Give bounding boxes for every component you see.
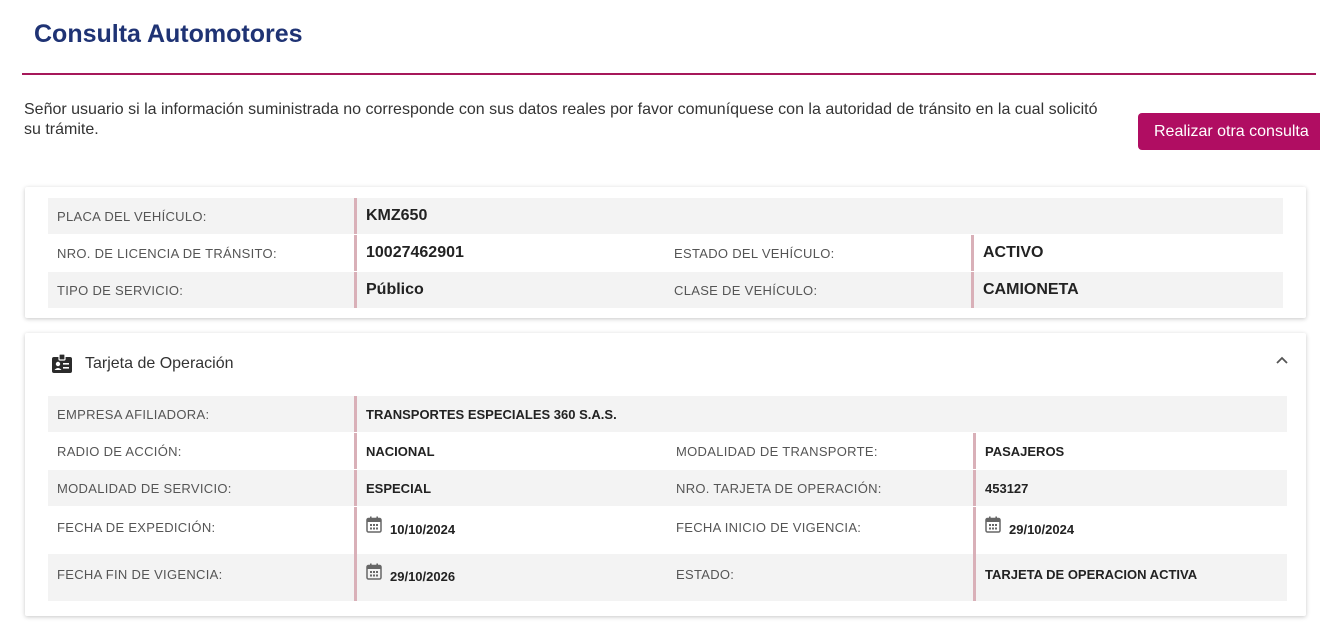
- row-licencia: NRO. DE LICENCIA DE TRÁNSITO: 1002746290…: [48, 235, 1283, 271]
- placa-label: PLACA DEL VEHÍCULO:: [57, 208, 207, 224]
- clase-label: CLASE DE VEHÍCULO:: [674, 282, 818, 298]
- expedicion-value: 10/10/2024: [354, 507, 657, 554]
- page-title: Consulta Automotores: [34, 20, 303, 48]
- calendar-icon: [985, 516, 1001, 533]
- licencia-label: NRO. DE LICENCIA DE TRÁNSITO:: [57, 245, 277, 261]
- calendar-icon: [366, 516, 382, 533]
- estado-tarjeta-label: ESTADO:: [676, 567, 735, 582]
- calendar-icon: [366, 563, 382, 580]
- chevron-up-icon[interactable]: [1274, 353, 1290, 369]
- modalidad-servicio-label: MODALIDAD DE SERVICIO:: [57, 480, 232, 496]
- radio-label: RADIO DE ACCIÓN:: [57, 443, 182, 459]
- radio-value: NACIONAL: [354, 433, 657, 469]
- title-divider: [22, 73, 1316, 75]
- fin-value: 29/10/2026: [354, 554, 657, 601]
- row-empresa: EMPRESA AFILIADORA: TRANSPORTES ESPECIAL…: [48, 396, 1287, 432]
- row-fin-estado: FECHA FIN DE VIGENCIA: 29/10/2026 ESTADO…: [48, 554, 1287, 601]
- operation-card-title: Tarjeta de Operación: [85, 355, 234, 372]
- servicio-label: TIPO DE SERVICIO:: [57, 282, 184, 298]
- row-fechas: FECHA DE EXPEDICIÓN: 10/10/2024 FECHA IN…: [48, 507, 1287, 554]
- inicio-date: 29/10/2024: [1009, 522, 1075, 537]
- clase-value: CAMIONETA: [971, 272, 1283, 308]
- inicio-value: 29/10/2024: [973, 507, 1287, 554]
- licencia-value: 10027462901: [354, 235, 654, 271]
- nro-tarjeta-label: NRO. TARJETA DE OPERACIÓN:: [676, 480, 882, 496]
- modalidad-transporte-value: PASAJEROS: [973, 433, 1287, 469]
- fin-date: 29/10/2026: [390, 569, 456, 584]
- estado-vehiculo-label: ESTADO DEL VEHÍCULO:: [674, 245, 835, 261]
- row-placa: PLACA DEL VEHÍCULO: KMZ650: [48, 198, 1283, 234]
- new-query-button[interactable]: Realizar otra consulta: [1138, 113, 1320, 150]
- empresa-label: EMPRESA AFILIADORA:: [57, 406, 210, 422]
- row-servicio: TIPO DE SERVICIO: Público CLASE DE VEHÍC…: [48, 272, 1283, 308]
- estado-tarjeta-value: TARJETA DE OPERACION ACTIVA: [973, 554, 1287, 601]
- row-modalidad-servicio: MODALIDAD DE SERVICIO: ESPECIAL NRO. TAR…: [48, 470, 1287, 506]
- id-badge-icon: [51, 353, 73, 375]
- row-radio: RADIO DE ACCIÓN: NACIONAL MODALIDAD DE T…: [48, 433, 1287, 469]
- operation-card-panel: Tarjeta de Operación EMPRESA AFILIADORA:…: [25, 333, 1306, 616]
- estado-vehiculo-value: ACTIVO: [971, 235, 1283, 271]
- modalidad-servicio-value: ESPECIAL: [354, 470, 657, 506]
- modalidad-transporte-label: MODALIDAD DE TRANSPORTE:: [676, 443, 878, 459]
- operation-card-header[interactable]: Tarjeta de Operación: [51, 352, 234, 376]
- expedicion-date: 10/10/2024: [390, 522, 456, 537]
- servicio-value: Público: [354, 272, 654, 308]
- empresa-value: TRANSPORTES ESPECIALES 360 S.A.S.: [354, 396, 1287, 432]
- nro-tarjeta-value: 453127: [973, 470, 1287, 506]
- placa-value: KMZ650: [354, 198, 1283, 234]
- vehicle-info-card: PLACA DEL VEHÍCULO: KMZ650 NRO. DE LICEN…: [25, 187, 1306, 318]
- fin-label: FECHA FIN DE VIGENCIA:: [57, 567, 223, 582]
- user-notice: Señor usuario si la información suminist…: [24, 101, 1098, 138]
